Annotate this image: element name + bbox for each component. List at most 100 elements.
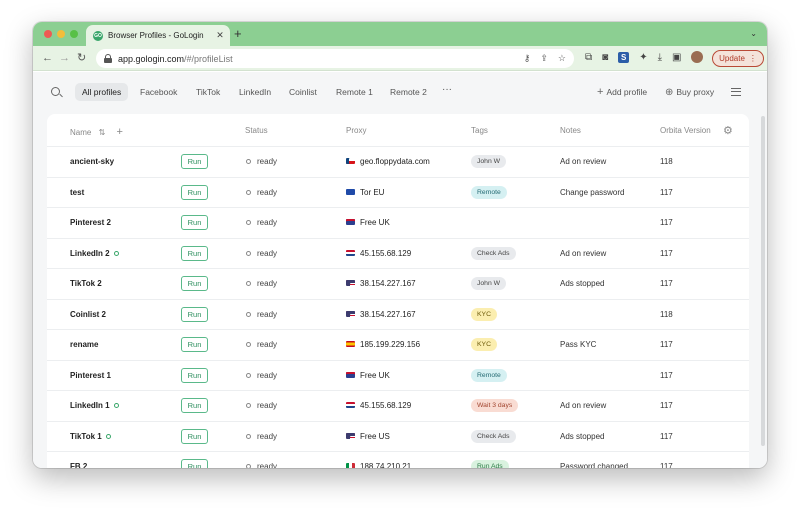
zoom-window-button[interactable] <box>70 30 78 38</box>
sort-icon[interactable]: ⇅ <box>99 128 106 137</box>
proxy-cell[interactable]: Free UK <box>346 371 390 380</box>
run-button[interactable]: Run <box>181 367 208 383</box>
run-button[interactable]: Run <box>181 276 208 291</box>
back-arrow-icon[interactable]: ← <box>42 51 53 65</box>
more-folders-icon[interactable]: ··· <box>442 83 452 97</box>
puzzle-extensions-icon[interactable]: ✦ <box>639 52 647 63</box>
run-button[interactable]: Run <box>181 337 208 352</box>
run-button[interactable]: Run <box>181 245 208 261</box>
add-column-icon[interactable]: + <box>117 126 123 138</box>
proxy-cell[interactable]: Tor EU <box>346 188 384 197</box>
browser-tab[interactable]: GO Browser Profiles - GoLogin ✕ <box>86 25 230 46</box>
forward-arrow-icon[interactable]: → <box>59 51 70 65</box>
proxy-cell[interactable]: geo.floppydata.com <box>346 157 430 166</box>
run-button[interactable]: Run <box>181 306 208 322</box>
tag-badge[interactable]: John W <box>471 155 507 168</box>
reload-icon[interactable]: ↻ <box>77 51 86 65</box>
profile-avatar[interactable] <box>691 51 704 63</box>
table-row[interactable]: Pinterest 2 Run ready Free UK 117 <box>47 207 749 238</box>
profile-name[interactable]: test <box>70 188 84 197</box>
notes-cell[interactable]: Ad on review <box>560 249 606 258</box>
sidebar-toggle-icon[interactable]: ▣ <box>672 52 681 63</box>
camera-extension-icon[interactable]: ◙ <box>602 52 608 63</box>
tag-badge[interactable]: KYC <box>471 338 497 351</box>
notes-cell[interactable]: Ad on review <box>560 157 606 166</box>
run-button[interactable]: Run <box>181 215 208 230</box>
run-button[interactable]: Run <box>181 459 208 468</box>
table-row[interactable]: TikTok 2 Run ready 38.154.227.167 John W Ads … <box>47 268 749 299</box>
share-icon[interactable]: ⇪ <box>540 53 548 64</box>
update-button[interactable]: Update ⋮ <box>712 50 764 67</box>
scrollbar[interactable] <box>761 116 765 446</box>
tag-badge[interactable]: Check Ads <box>471 429 516 443</box>
proxy-cell[interactable]: 38.154.227.167 <box>346 310 416 319</box>
tab-all-profiles[interactable]: All profiles <box>75 83 129 101</box>
tag-badge[interactable]: Remote <box>471 185 507 199</box>
tab-linkedin[interactable]: LinkedIn <box>232 83 278 101</box>
proxy-column-header[interactable]: Proxy <box>346 126 366 135</box>
tag-badge[interactable]: Check Ads <box>471 246 516 260</box>
profile-name[interactable]: FB 2 <box>70 462 87 468</box>
bookmark-star-icon[interactable]: ☆ <box>558 53 566 64</box>
notes-cell[interactable]: Ads stopped <box>560 432 604 441</box>
buy-proxy-button[interactable]: ⊕ Buy proxy <box>665 83 714 102</box>
table-row[interactable]: ancient-sky Run ready geo.floppydata.com Joh… <box>47 146 749 177</box>
profile-name[interactable]: Pinterest 1 <box>70 371 111 380</box>
table-row[interactable]: rename Run ready 185.199.229.156 KYC Pass KYC… <box>47 329 749 360</box>
tag-badge[interactable]: John W <box>471 277 507 290</box>
tags-column-header[interactable]: Tags <box>471 126 488 135</box>
notes-cell[interactable]: Ads stopped <box>560 279 604 288</box>
notes-cell[interactable]: Pass KYC <box>560 340 596 349</box>
tag-badge[interactable]: Run Ads <box>471 460 509 468</box>
download-icon[interactable]: ⤓ <box>658 52 662 63</box>
proxy-cell[interactable]: 188.74.210.21 <box>346 462 411 468</box>
tab-remote-2[interactable]: Remote 2 <box>383 83 434 101</box>
run-button[interactable]: Run <box>181 184 208 200</box>
tab-tiktok[interactable]: TikTok <box>189 83 227 101</box>
table-row[interactable]: test Run ready Tor EU Remote Change password 1… <box>47 176 749 208</box>
key-icon[interactable]: ⚷ <box>524 53 531 64</box>
status-column-header[interactable]: Status <box>245 126 268 135</box>
orbita-version-column-header[interactable]: Orbita Version <box>660 126 711 135</box>
screenshot-extension-icon[interactable]: ⧉ <box>585 52 592 63</box>
proxy-cell[interactable]: 45.155.68.129 <box>346 249 411 258</box>
notes-cell[interactable]: Ad on review <box>560 401 606 410</box>
table-row[interactable]: TikTok 1 Run ready Free US Check Ads Ads stop… <box>47 420 749 452</box>
s-extension-icon[interactable]: S <box>618 51 630 63</box>
profile-name[interactable]: Coinlist 2 <box>70 310 106 319</box>
settings-gear-icon[interactable]: ⚙ <box>723 124 733 137</box>
profile-name[interactable]: LinkedIn 1 <box>70 401 119 410</box>
profile-name[interactable]: Pinterest 2 <box>70 218 111 227</box>
run-button[interactable]: Run <box>181 428 208 444</box>
new-tab-button[interactable]: + <box>234 26 242 42</box>
tab-remote-1[interactable]: Remote 1 <box>329 83 380 101</box>
tab-facebook[interactable]: Facebook <box>133 83 184 101</box>
proxy-cell[interactable]: 45.155.68.129 <box>346 401 411 410</box>
name-column-header[interactable]: Name ⇅ + <box>70 126 123 138</box>
table-row[interactable]: FB 2 Run ready 188.74.210.21 Run Ads Password… <box>47 451 749 468</box>
profile-name[interactable]: rename <box>70 340 98 349</box>
run-button[interactable]: Run <box>181 154 208 169</box>
minimize-window-button[interactable] <box>57 30 65 38</box>
tab-coinlist[interactable]: Coinlist <box>282 83 324 101</box>
profile-name[interactable]: ancient-sky <box>70 157 114 166</box>
profile-name[interactable]: TikTok 2 <box>70 279 102 288</box>
notes-cell[interactable]: Change password <box>560 188 624 197</box>
tag-badge[interactable]: KYC <box>471 307 497 321</box>
table-row[interactable]: LinkedIn 1 Run ready 45.155.68.129 Wait 3 da… <box>47 390 749 421</box>
tab-close-icon[interactable]: ✕ <box>213 30 227 41</box>
notes-column-header[interactable]: Notes <box>560 126 581 135</box>
search-icon[interactable] <box>51 87 60 96</box>
profile-name[interactable]: LinkedIn 2 <box>70 249 119 258</box>
proxy-cell[interactable]: Free US <box>346 432 390 441</box>
add-profile-button[interactable]: + Add profile <box>597 83 647 101</box>
table-row[interactable]: LinkedIn 2 Run ready 45.155.68.129 Check Ads… <box>47 237 749 269</box>
menu-icon[interactable] <box>731 88 741 96</box>
profile-name[interactable]: TikTok 1 <box>70 432 111 441</box>
proxy-cell[interactable]: 185.199.229.156 <box>346 340 420 349</box>
address-bar[interactable]: app.gologin.com/#/profileList ⚷ ⇪ ☆ <box>96 49 574 68</box>
tab-search-chevron-icon[interactable]: ⌄ <box>750 29 757 38</box>
table-row[interactable]: Coinlist 2 Run ready 38.154.227.167 KYC 118 <box>47 298 749 330</box>
run-button[interactable]: Run <box>181 398 208 413</box>
table-row[interactable]: Pinterest 1 Run ready Free UK Remote 117 <box>47 359 749 391</box>
